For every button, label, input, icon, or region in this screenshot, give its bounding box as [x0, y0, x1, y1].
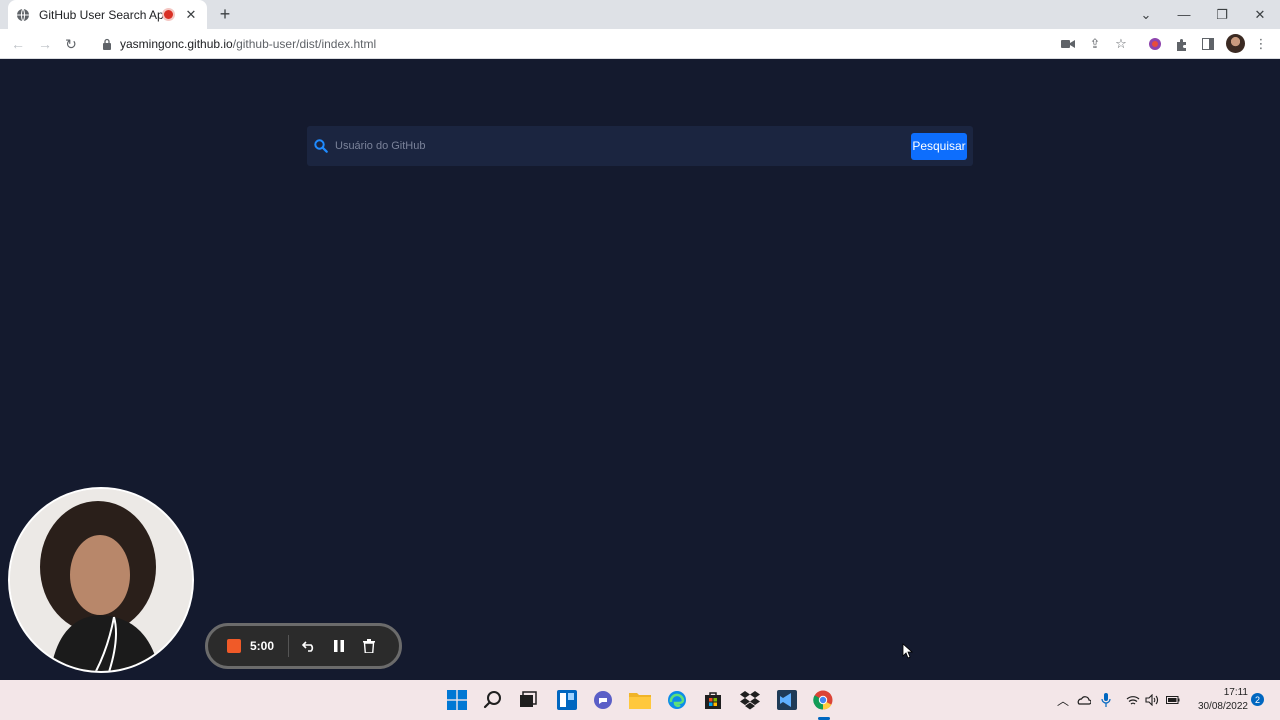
recording-indicator-icon — [164, 10, 173, 19]
back-button[interactable]: ← — [9, 35, 27, 53]
globe-icon — [16, 8, 30, 22]
notification-badge[interactable]: 2 — [1251, 693, 1264, 706]
new-tab-button[interactable]: + — [216, 4, 234, 24]
clock-date: 30/08/2022 — [1197, 701, 1248, 712]
screen-recorder-controls: 5:00 — [205, 623, 402, 669]
forward-button[interactable]: → — [36, 35, 54, 53]
extension-colorful-icon[interactable] — [1147, 36, 1163, 52]
url-path: /github-user/dist/index.html — [232, 37, 377, 51]
lock-icon[interactable] — [100, 37, 114, 51]
show-hidden-icons-chevron-icon[interactable]: ︿ — [1055, 692, 1071, 708]
trash-icon[interactable] — [359, 636, 379, 656]
browser-tab[interactable]: GitHub User Search App ✕ — [8, 0, 207, 29]
url-text: yasmingonc.github.io/github-user/dist/in… — [120, 37, 376, 51]
undo-icon[interactable] — [299, 636, 319, 656]
chrome-icon[interactable] — [811, 688, 835, 712]
teams-chat-icon[interactable] — [591, 688, 615, 712]
search-bar: Pesquisar — [307, 126, 973, 166]
onedrive-cloud-icon[interactable] — [1075, 692, 1091, 708]
wifi-icon[interactable] — [1125, 692, 1141, 708]
search-icon — [313, 138, 329, 154]
search-taskbar-icon[interactable] — [481, 688, 505, 712]
dropbox-icon[interactable] — [738, 688, 762, 712]
battery-icon[interactable] — [1165, 692, 1181, 708]
vscode-icon[interactable] — [775, 688, 799, 712]
volume-icon[interactable] — [1144, 692, 1160, 708]
profile-avatar[interactable] — [1226, 34, 1245, 53]
edge-browser-icon[interactable] — [665, 688, 689, 712]
search-button[interactable]: Pesquisar — [911, 132, 967, 160]
tab-strip: GitHub User Search App ✕ + ⌄ — ❐ ✕ — [0, 0, 1280, 29]
pause-icon[interactable] — [329, 636, 349, 656]
tab-title: GitHub User Search App — [39, 7, 164, 22]
extensions-puzzle-icon[interactable] — [1173, 36, 1189, 52]
minimize-button[interactable]: — — [1166, 0, 1202, 29]
webcam-overlay — [8, 487, 194, 673]
browser-toolbar: ← → ↻ yasmingonc.github.io/github-user/d… — [0, 29, 1280, 59]
mouse-cursor-icon — [902, 643, 914, 659]
camera-icon[interactable] — [1060, 36, 1076, 52]
restore-button[interactable]: ❐ — [1204, 0, 1240, 29]
microsoft-store-icon[interactable] — [701, 688, 725, 712]
reload-button[interactable]: ↻ — [62, 35, 80, 53]
task-view-icon[interactable] — [516, 688, 540, 712]
divider — [288, 635, 289, 657]
url-host: yasmingonc.github.io — [120, 37, 233, 51]
address-bar[interactable]: yasmingonc.github.io/github-user/dist/in… — [90, 32, 1140, 56]
close-window-button[interactable]: ✕ — [1242, 0, 1278, 29]
menu-kebab-icon[interactable]: ⋮ — [1253, 36, 1269, 52]
github-username-input[interactable] — [335, 140, 911, 152]
microphone-icon[interactable] — [1098, 692, 1114, 708]
system-clock[interactable]: 17:11 30/08/2022 — [1188, 686, 1248, 714]
windows-start-icon[interactable] — [445, 688, 469, 712]
bookmark-star-icon[interactable]: ☆ — [1113, 36, 1129, 52]
widgets-icon[interactable] — [555, 688, 579, 712]
close-tab-icon[interactable]: ✕ — [183, 7, 199, 23]
stop-recording-button[interactable] — [227, 639, 241, 653]
side-panel-icon[interactable] — [1200, 36, 1216, 52]
share-icon[interactable]: ⇪ — [1087, 36, 1103, 52]
taskbar: ︿ — [0, 680, 1280, 720]
tab-search-icon[interactable]: ⌄ — [1128, 0, 1164, 29]
file-explorer-icon[interactable] — [628, 688, 652, 712]
recording-timer: 5:00 — [250, 639, 275, 653]
clock-time: 17:11 — [1223, 687, 1248, 698]
